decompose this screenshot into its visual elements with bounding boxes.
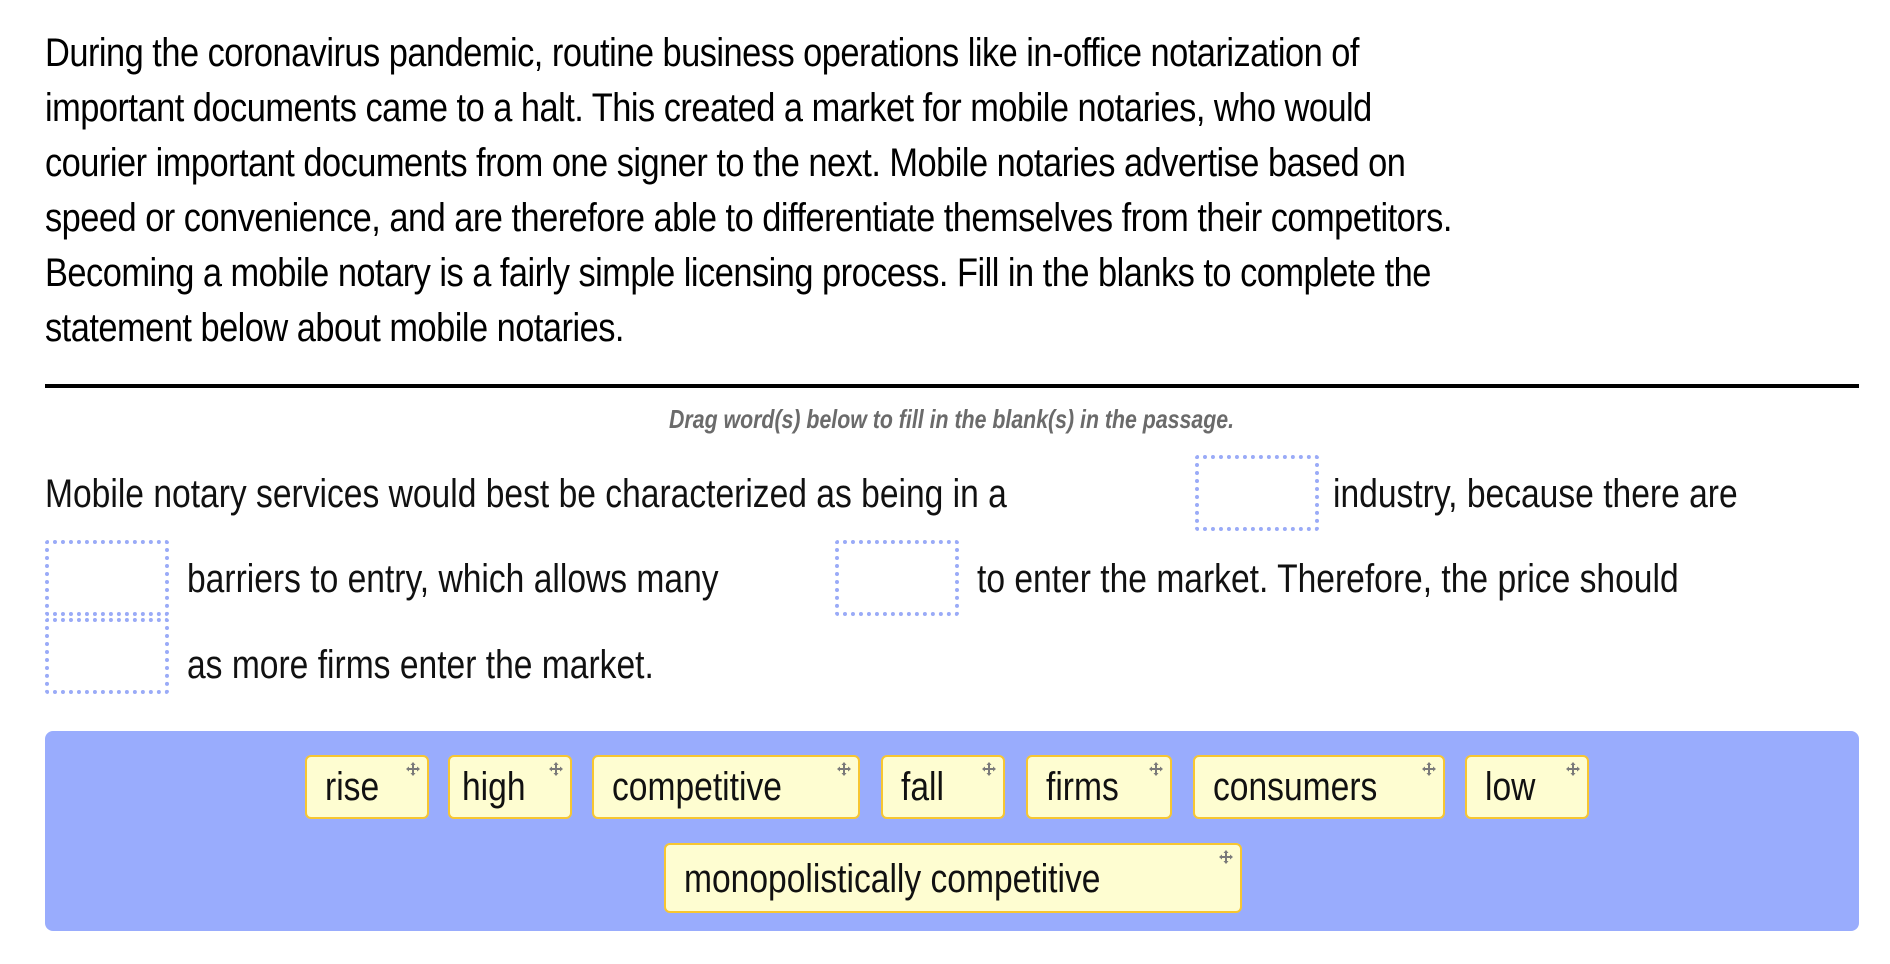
chip-label: monopolistically competitive xyxy=(684,857,1101,901)
move-arrows-icon xyxy=(1422,762,1436,776)
passage-segment: as more firms enter the market. xyxy=(187,643,654,687)
prompt-line: Becoming a mobile notary is a fairly sim… xyxy=(45,251,1431,295)
move-arrows-icon xyxy=(549,762,563,776)
chip-label: high xyxy=(462,765,526,809)
word-bank: rise high competitive fall firms consume… xyxy=(45,731,1859,931)
word-chip-fall[interactable]: fall xyxy=(881,755,1005,819)
chip-label: low xyxy=(1485,765,1536,809)
chip-label: firms xyxy=(1046,765,1119,809)
word-chip-monopolistically-competitive[interactable]: monopolistically competitive xyxy=(664,843,1242,913)
blank-drop-zone-4[interactable] xyxy=(45,618,169,694)
blank-drop-zone-2[interactable] xyxy=(45,540,169,616)
chip-label: competitive xyxy=(612,765,782,809)
word-chip-firms[interactable]: firms xyxy=(1026,755,1172,819)
move-arrows-icon xyxy=(837,762,851,776)
prompt-line: During the coronavirus pandemic, routine… xyxy=(45,31,1359,75)
chip-label: fall xyxy=(901,765,944,809)
question-prompt: During the coronavirus pandemic, routine… xyxy=(45,26,1868,356)
prompt-line: important documents came to a halt. This… xyxy=(45,86,1372,130)
chip-label: consumers xyxy=(1213,765,1378,809)
move-arrows-icon xyxy=(982,762,996,776)
move-arrows-icon xyxy=(406,762,420,776)
chip-label: rise xyxy=(325,765,380,809)
passage-segment: Mobile notary services would best be cha… xyxy=(45,472,1007,516)
passage-segment: industry, because there are xyxy=(1333,472,1738,516)
prompt-line: statement below about mobile notaries. xyxy=(45,306,624,350)
move-arrows-icon xyxy=(1219,850,1233,864)
word-chip-rise[interactable]: rise xyxy=(305,755,429,819)
passage-segment: barriers to entry, which allows many xyxy=(187,557,719,601)
word-chip-competitive[interactable]: competitive xyxy=(592,755,860,819)
move-arrows-icon xyxy=(1566,762,1580,776)
word-chip-consumers[interactable]: consumers xyxy=(1193,755,1445,819)
prompt-line: courier important documents from one sig… xyxy=(45,141,1406,185)
word-chip-high[interactable]: high xyxy=(448,755,572,819)
instruction-text: Drag word(s) below to fill in the blank(… xyxy=(669,404,1235,434)
prompt-line: speed or convenience, and are therefore … xyxy=(45,196,1452,240)
blank-drop-zone-3[interactable] xyxy=(835,540,959,616)
divider xyxy=(45,384,1859,388)
blank-drop-zone-1[interactable] xyxy=(1195,455,1319,531)
passage-segment: to enter the market. Therefore, the pric… xyxy=(977,557,1679,601)
move-arrows-icon xyxy=(1149,762,1163,776)
word-chip-low[interactable]: low xyxy=(1465,755,1589,819)
